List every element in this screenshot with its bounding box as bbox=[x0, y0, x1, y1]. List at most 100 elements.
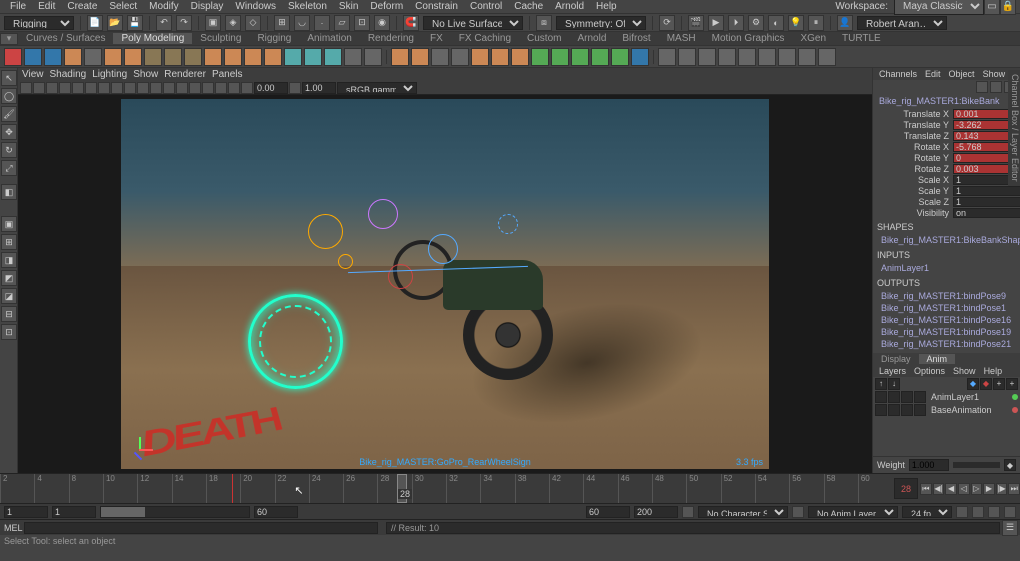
hypershade-icon[interactable]: ◐ bbox=[768, 15, 784, 31]
move-tool-icon[interactable]: ✥ bbox=[1, 124, 17, 140]
shelf-gear-icon[interactable] bbox=[244, 48, 262, 66]
shelf-superellipse-icon[interactable] bbox=[284, 48, 302, 66]
viewport[interactable]: DEATH bbox=[18, 95, 872, 473]
current-time-indicator[interactable]: 28 bbox=[397, 474, 407, 503]
grease-icon[interactable] bbox=[72, 82, 84, 94]
cb-object[interactable]: Object bbox=[949, 69, 975, 79]
menu-skeleton[interactable]: Skeleton bbox=[282, 1, 333, 12]
shelf-target-icon[interactable] bbox=[611, 48, 629, 66]
attr-value[interactable] bbox=[953, 186, 1020, 196]
rig-control-icon[interactable] bbox=[308, 214, 343, 249]
layer-move-down-icon[interactable]: ↓ bbox=[888, 378, 900, 390]
shelf-soccer-icon[interactable] bbox=[264, 48, 282, 66]
layer-name[interactable]: BaseAnimation bbox=[927, 405, 1011, 415]
layers-tab-display[interactable]: Display bbox=[873, 354, 919, 364]
command-input[interactable] bbox=[24, 522, 378, 534]
persp-outliner-icon[interactable]: ◨ bbox=[1, 252, 17, 268]
shelf-helix-icon[interactable] bbox=[224, 48, 242, 66]
anim-end-out-field[interactable] bbox=[634, 506, 678, 518]
shelf-multicut-icon[interactable] bbox=[698, 48, 716, 66]
weight-slider[interactable] bbox=[953, 462, 1000, 468]
paint-tool-icon[interactable]: 🖌 bbox=[1, 106, 17, 122]
undo-icon[interactable]: ↶ bbox=[156, 15, 172, 31]
panel-panels[interactable]: Panels bbox=[212, 69, 243, 80]
last-tool-icon[interactable]: ◧ bbox=[1, 184, 17, 200]
redo-icon[interactable]: ↷ bbox=[176, 15, 192, 31]
film-gate-icon[interactable] bbox=[98, 82, 110, 94]
anim-start-field[interactable] bbox=[4, 506, 48, 518]
shelf-tab[interactable]: Custom bbox=[519, 33, 569, 44]
2d-pan-icon[interactable] bbox=[59, 82, 71, 94]
layer-zero-key-icon[interactable]: ◆ bbox=[967, 378, 979, 390]
shelf-tab[interactable]: Sculpting bbox=[192, 33, 249, 44]
render-icon[interactable]: 🎬 bbox=[688, 15, 704, 31]
shelf-separate-icon[interactable] bbox=[411, 48, 429, 66]
shelf-offset-icon[interactable] bbox=[718, 48, 736, 66]
color-space-select[interactable]: sRGB gamma bbox=[337, 82, 417, 94]
xray-icon[interactable] bbox=[215, 82, 227, 94]
char-set-icon[interactable] bbox=[682, 506, 694, 518]
shelf-svg-icon[interactable] bbox=[364, 48, 382, 66]
prefs-icon[interactable] bbox=[1004, 506, 1016, 518]
cb-show[interactable]: Show bbox=[983, 69, 1006, 79]
cb-object-name[interactable]: Bike_rig_MASTER1:BikeBank bbox=[873, 94, 1020, 108]
range-slider-track[interactable] bbox=[100, 506, 250, 518]
shelf-type-icon[interactable] bbox=[344, 48, 362, 66]
attr-value[interactable] bbox=[953, 208, 1020, 218]
lock-icon[interactable]: 🔒 bbox=[1000, 0, 1016, 15]
cb-manip-icon[interactable] bbox=[976, 81, 988, 93]
layout2-icon[interactable]: ⊡ bbox=[1, 324, 17, 340]
layer-name[interactable]: AnimLayer1 bbox=[927, 392, 1011, 402]
layers-help[interactable]: Help bbox=[984, 366, 1003, 376]
shelf-boolean-icon[interactable] bbox=[451, 48, 469, 66]
snap-curve-icon[interactable]: ◡ bbox=[294, 15, 310, 31]
channelbox-vertical-tab[interactable]: Channel Box / Layer Editor bbox=[1008, 70, 1020, 186]
shelf-slide-icon[interactable] bbox=[798, 48, 816, 66]
layer-selected-icon[interactable]: + bbox=[1006, 378, 1018, 390]
four-view-icon[interactable]: ⊞ bbox=[1, 234, 17, 250]
layers-tab-anim[interactable]: Anim bbox=[919, 354, 956, 364]
rotate-tool-icon[interactable]: ↻ bbox=[1, 142, 17, 158]
snap-live-icon[interactable]: ◉ bbox=[374, 15, 390, 31]
menu-select[interactable]: Select bbox=[103, 1, 143, 12]
shelf-tab[interactable]: Bifrost bbox=[614, 33, 658, 44]
playback-end-field[interactable] bbox=[254, 506, 298, 518]
shelf-combine-icon[interactable] bbox=[391, 48, 409, 66]
layer-key-icon[interactable]: ◆ bbox=[980, 378, 992, 390]
shelf-ultra-icon[interactable] bbox=[324, 48, 342, 66]
exposure-value[interactable] bbox=[254, 82, 288, 94]
scale-tool-icon[interactable]: ⤢ bbox=[1, 160, 17, 176]
wireframe-icon[interactable] bbox=[137, 82, 149, 94]
layer-lock-icon[interactable] bbox=[901, 391, 913, 403]
account-icon[interactable]: 👤 bbox=[837, 15, 853, 31]
menu-display[interactable]: Display bbox=[185, 1, 230, 12]
cb-node-item[interactable]: AnimLayer1 bbox=[873, 262, 1020, 274]
shelf-bevel-icon[interactable] bbox=[471, 48, 489, 66]
shelf-tab[interactable]: Motion Graphics bbox=[704, 33, 793, 44]
layer-empty-icon[interactable]: + bbox=[993, 378, 1005, 390]
shelf-tab[interactable]: Animation bbox=[299, 33, 359, 44]
live-surface-icon[interactable]: 🧲 bbox=[403, 15, 419, 31]
script-language-label[interactable]: MEL bbox=[0, 523, 24, 533]
toggle-pause-icon[interactable]: ⏸ bbox=[808, 15, 824, 31]
gamma-value[interactable] bbox=[302, 82, 336, 94]
shelf-append-icon[interactable] bbox=[531, 48, 549, 66]
range-thumb[interactable] bbox=[101, 507, 145, 517]
layers-show[interactable]: Show bbox=[953, 366, 976, 376]
shelf-spherical-icon[interactable] bbox=[304, 48, 322, 66]
camera-select-icon[interactable] bbox=[20, 82, 32, 94]
layer-move-up-icon[interactable]: ↑ bbox=[875, 378, 887, 390]
layer-mute-icon[interactable] bbox=[914, 391, 926, 403]
go-to-start-icon[interactable]: ⏮ bbox=[920, 483, 932, 495]
snap-grid-icon[interactable]: ⊞ bbox=[274, 15, 290, 31]
shelf-tab[interactable]: Rendering bbox=[360, 33, 422, 44]
new-scene-icon[interactable]: 📄 bbox=[87, 15, 103, 31]
symmetry-icon[interactable]: ⧈ bbox=[536, 15, 552, 31]
textured-icon[interactable] bbox=[163, 82, 175, 94]
layer-solo-icon[interactable] bbox=[888, 391, 900, 403]
shelf-tab[interactable]: Poly Modeling bbox=[113, 33, 192, 44]
rig-control-icon[interactable] bbox=[368, 199, 398, 229]
shelf-cylinder-icon[interactable] bbox=[44, 48, 62, 66]
playback-prefs-icon[interactable] bbox=[972, 506, 984, 518]
snap-plane-icon[interactable]: ▱ bbox=[334, 15, 350, 31]
